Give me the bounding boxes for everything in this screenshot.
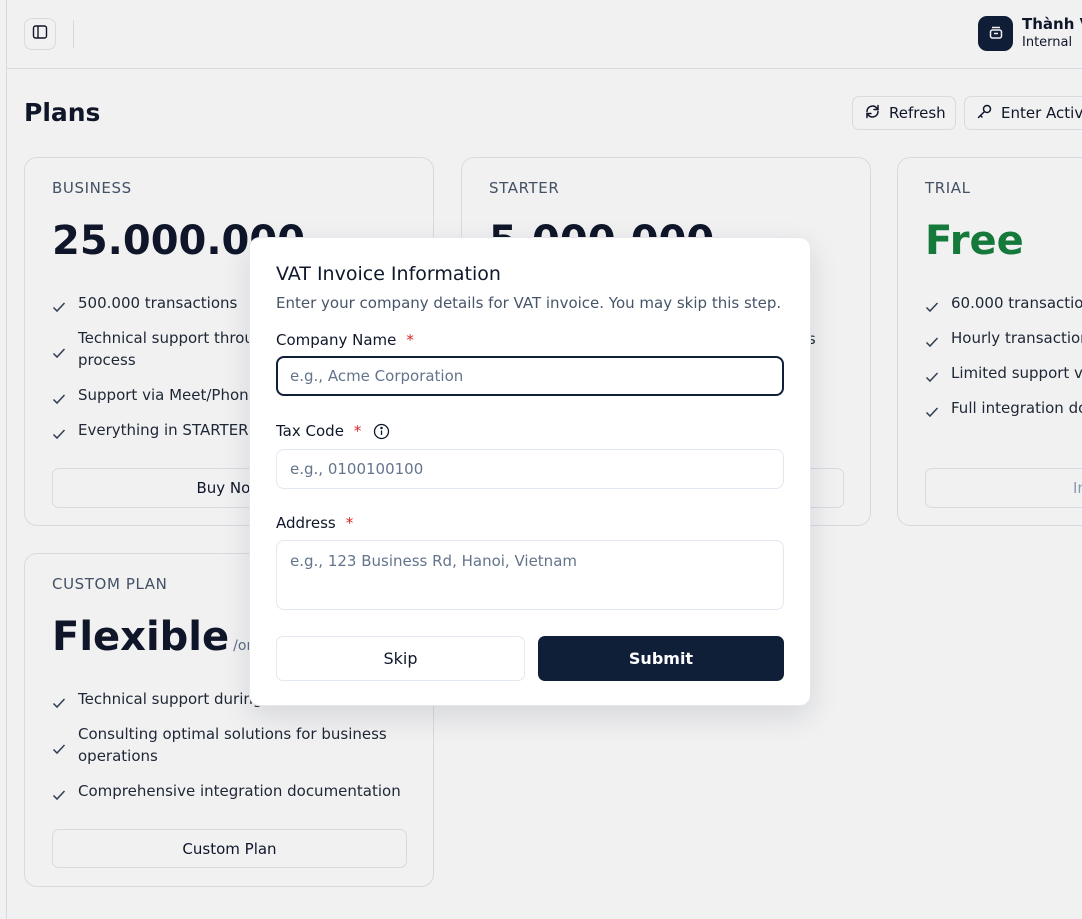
- required-mark: *: [406, 331, 414, 349]
- address-textarea[interactable]: [276, 540, 784, 610]
- tax-code-input[interactable]: [276, 449, 784, 489]
- tax-code-label: Tax Code *: [276, 422, 390, 440]
- vat-invoice-dialog: VAT Invoice Information Enter your compa…: [249, 237, 811, 706]
- dialog-title: VAT Invoice Information: [276, 263, 501, 285]
- skip-button[interactable]: Skip: [276, 636, 525, 681]
- required-mark: *: [345, 514, 354, 532]
- address-label-text: Address: [276, 514, 336, 532]
- required-mark: *: [353, 422, 362, 440]
- info-icon[interactable]: [373, 423, 390, 440]
- company-name-input[interactable]: [276, 356, 784, 396]
- company-name-label-text: Company Name: [276, 331, 397, 349]
- company-name-label: Company Name *: [276, 331, 414, 349]
- address-label: Address *: [276, 514, 353, 532]
- dialog-description: Enter your company details for VAT invoi…: [276, 294, 782, 312]
- submit-button[interactable]: Submit: [538, 636, 784, 681]
- tax-code-label-text: Tax Code: [276, 422, 344, 440]
